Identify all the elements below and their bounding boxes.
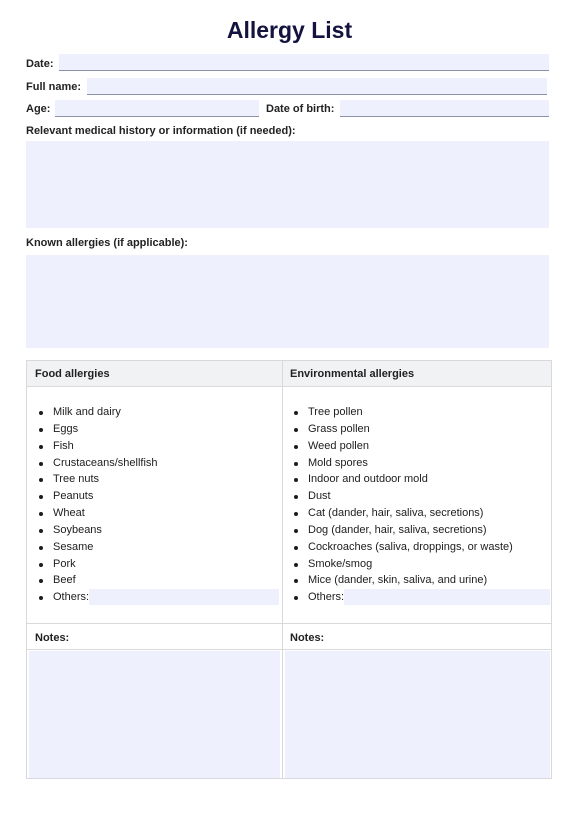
- environmental-allergies-list: Tree pollen Grass pollen Weed pollen Mol…: [290, 404, 551, 606]
- list-item: Wheat: [35, 505, 280, 522]
- full-name-label: Full name:: [26, 81, 82, 93]
- list-item: Indoor and outdoor mold: [290, 471, 550, 488]
- list-item: Weed pollen: [290, 438, 550, 455]
- medical-history-textarea[interactable]: [26, 141, 549, 228]
- list-item: Peanuts: [35, 488, 280, 505]
- table-header-row: Food allergies Environmental allergies: [27, 361, 551, 387]
- date-of-birth-label: Date of birth:: [266, 103, 335, 115]
- environmental-notes-textarea[interactable]: [285, 651, 550, 778]
- list-item: Beef: [35, 572, 280, 589]
- list-item: Tree pollen: [290, 404, 550, 421]
- date-of-birth-field[interactable]: [340, 100, 549, 117]
- environmental-others-item: Others:: [290, 589, 551, 606]
- list-item: Mold spores: [290, 455, 550, 472]
- environmental-notes-label: Notes:: [290, 632, 325, 644]
- list-item: Crustaceans/shellfish: [35, 455, 280, 472]
- list-item: Dust: [290, 488, 550, 505]
- list-item: Soybeans: [35, 522, 280, 539]
- food-others-label: Others:: [53, 591, 90, 604]
- age-label: Age:: [26, 103, 51, 115]
- list-item: Fish: [35, 438, 280, 455]
- food-allergies-list: Milk and dairy Eggs Fish Crustaceans/she…: [35, 404, 280, 606]
- medical-history-label: Relevant medical history or information …: [26, 125, 296, 137]
- food-others-item: Others:: [35, 589, 280, 606]
- environmental-allergies-header: Environmental allergies: [290, 368, 415, 380]
- list-item: Grass pollen: [290, 421, 550, 438]
- date-label: Date:: [26, 58, 54, 70]
- list-item: Mice (dander, skin, saliva, and urine): [290, 572, 550, 589]
- list-item: Tree nuts: [35, 471, 280, 488]
- full-name-field[interactable]: [87, 78, 547, 95]
- date-field[interactable]: [59, 54, 549, 71]
- list-item: Eggs: [35, 421, 280, 438]
- notes-header-row: Notes: Notes:: [27, 623, 551, 650]
- known-allergies-textarea[interactable]: [26, 255, 549, 348]
- allergy-table: Food allergies Environmental allergies M…: [26, 360, 552, 779]
- list-item: Smoke/smog: [290, 556, 550, 573]
- page-title: Allergy List: [226, 17, 353, 43]
- food-notes-textarea[interactable]: [29, 651, 280, 778]
- known-allergies-label: Known allergies (if applicable):: [26, 237, 188, 249]
- list-item: Dog (dander, hair, saliva, secretions): [290, 522, 550, 539]
- list-item: Milk and dairy: [35, 404, 280, 421]
- list-item: Cat (dander, hair, saliva, secretions): [290, 505, 550, 522]
- age-field[interactable]: [55, 100, 259, 117]
- environmental-others-field[interactable]: [344, 589, 551, 606]
- food-allergies-header: Food allergies: [35, 368, 110, 380]
- list-item: Sesame: [35, 539, 280, 556]
- column-divider: [282, 361, 283, 778]
- environmental-others-label: Others:: [308, 591, 345, 604]
- list-item: Cockroaches (saliva, droppings, or waste…: [290, 539, 550, 556]
- food-notes-label: Notes:: [35, 632, 70, 644]
- food-others-field[interactable]: [89, 589, 280, 606]
- list-item: Pork: [35, 556, 280, 573]
